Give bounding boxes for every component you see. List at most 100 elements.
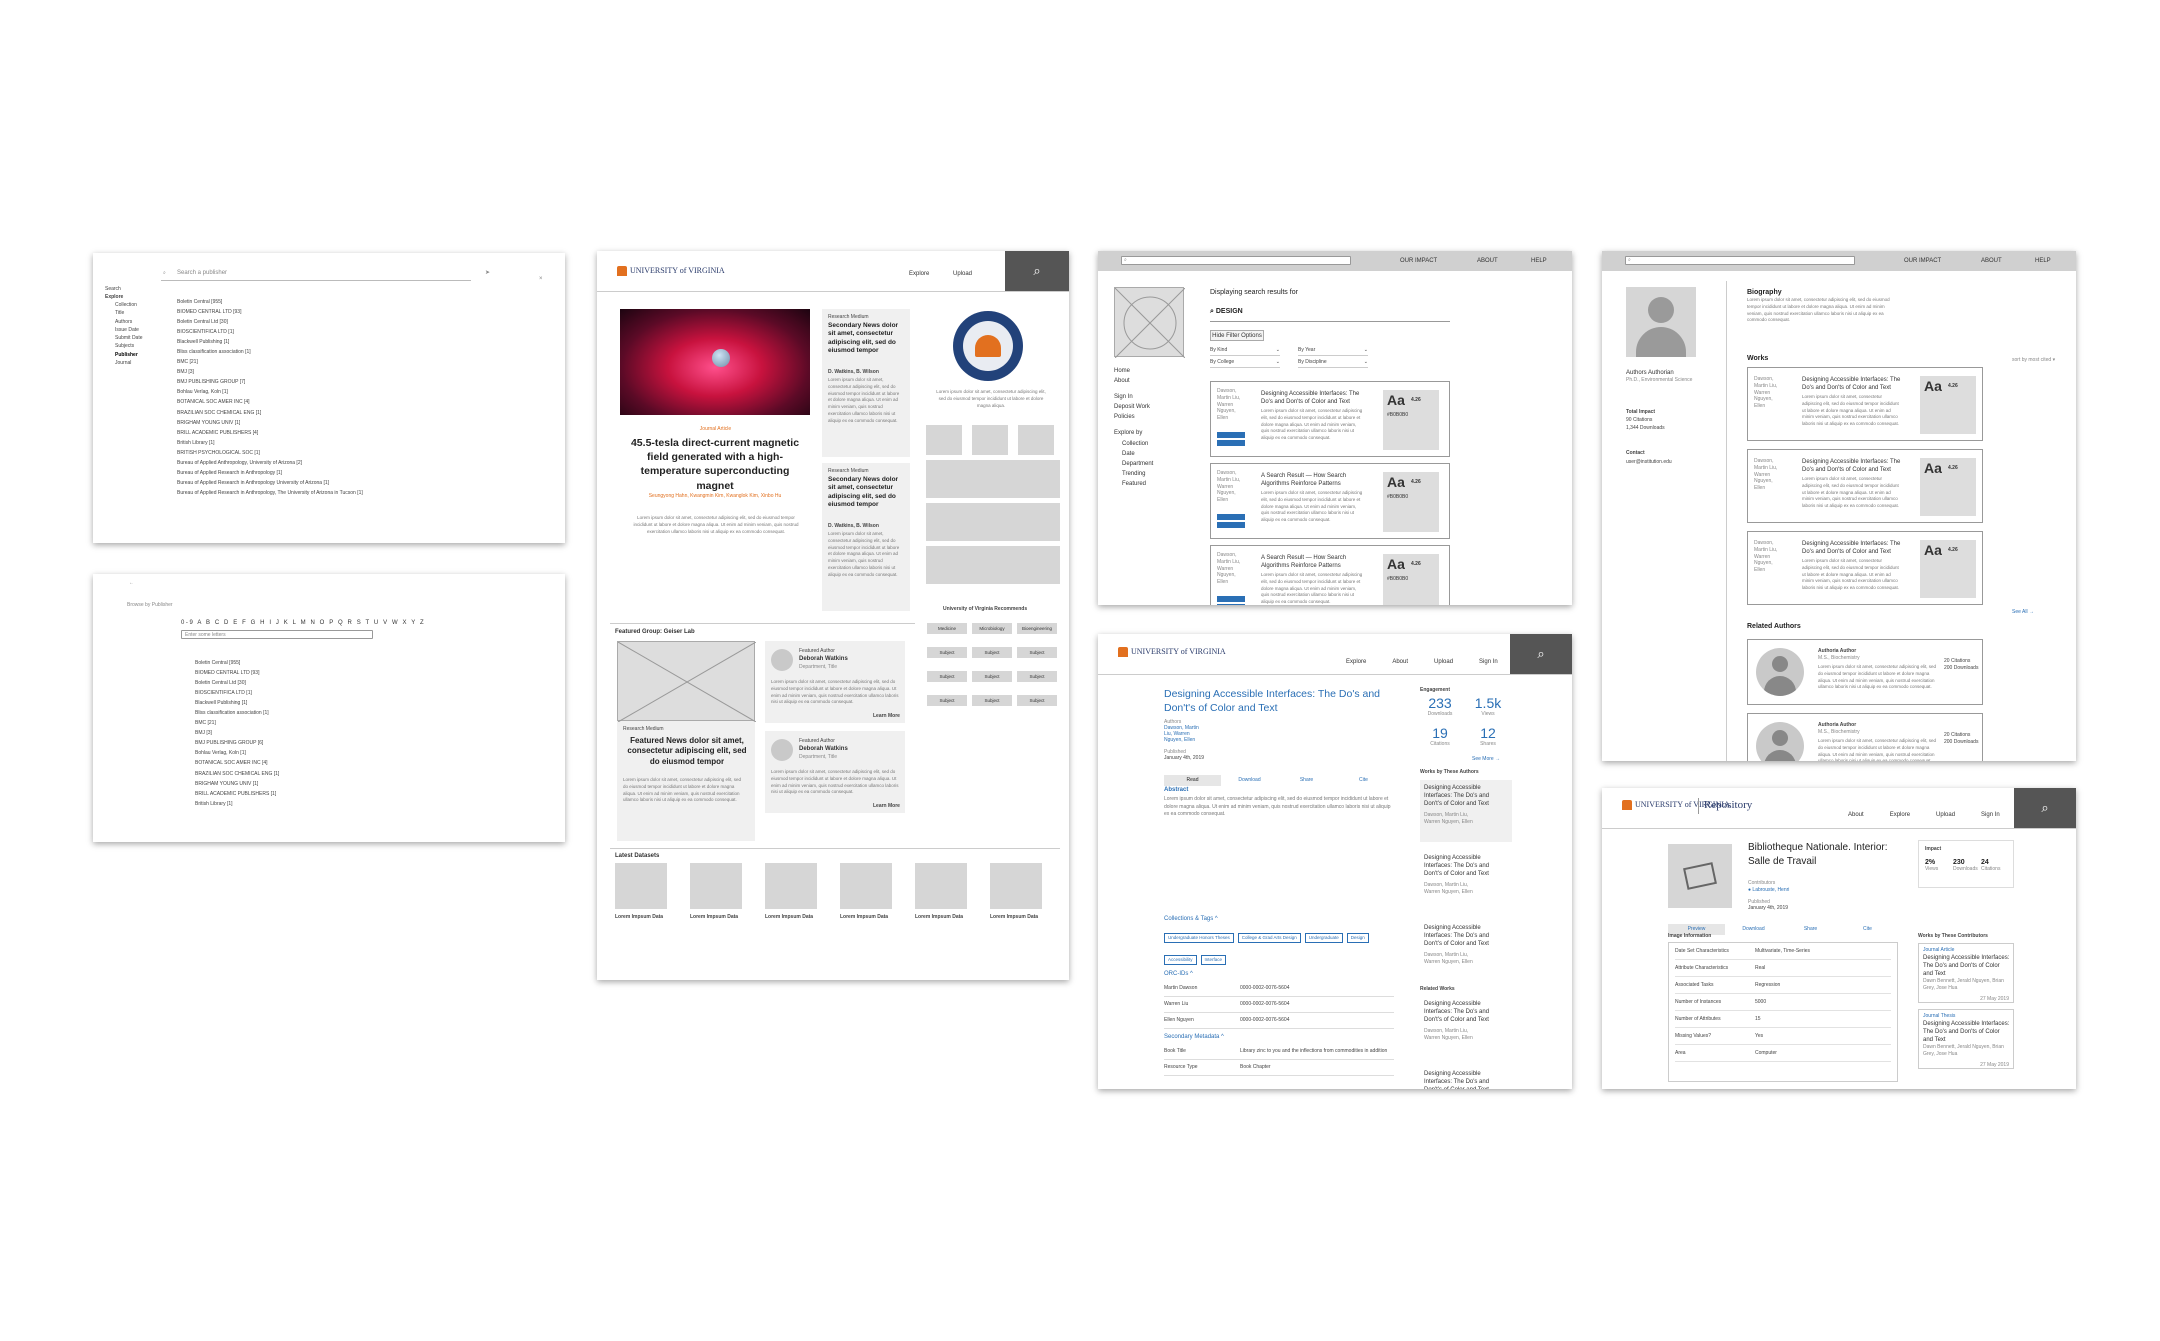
action-3[interactable]: Cite — [1839, 924, 1896, 935]
close-icon[interactable]: × — [539, 275, 543, 283]
thumb-3[interactable] — [1018, 425, 1054, 455]
publisher-search-input[interactable]: Search a publisher — [177, 269, 227, 277]
subject-chip[interactable]: Subject — [927, 671, 967, 682]
subject-chip[interactable]: Bioengineering — [1017, 623, 1057, 634]
action-1[interactable]: Download — [1221, 775, 1278, 786]
dataset-card[interactable]: Lorem Impsum Data — [990, 863, 1050, 923]
publisher-item[interactable]: BMC [21] — [195, 720, 279, 727]
see-all-link[interactable]: See All → — [2012, 609, 2034, 616]
learn-more-link[interactable]: Learn More — [873, 713, 900, 720]
contributor-row[interactable]: ● Labrouste, Henri — [1748, 887, 1789, 894]
subject-chip[interactable]: Subject — [1017, 647, 1057, 658]
nav-item[interactable]: About — [1392, 659, 1408, 665]
nav-item[interactable]: About — [1848, 812, 1864, 818]
featured-author-2[interactable]: Featured Author Deborah Watkins Departme… — [765, 731, 905, 813]
subject-chip[interactable]: Subject — [1017, 671, 1057, 682]
publisher-item[interactable]: Boletin Central Ltd [30] — [177, 319, 363, 326]
action-2[interactable]: Share — [1782, 924, 1839, 935]
work-card[interactable]: Dawson, Martin Liu, Warren Nguyen, Ellen… — [1747, 531, 1983, 605]
thumb-2[interactable] — [972, 425, 1008, 455]
nav-item[interactable]: Explore — [1890, 812, 1910, 818]
nav-item[interactable]: Upload — [1434, 659, 1453, 665]
filter-dropdown[interactable]: By Kind ⌄ — [1210, 347, 1280, 356]
uva-logo[interactable]: UNIVERSITY of VIRGINIA — [617, 266, 725, 276]
author-link[interactable]: Nguyen, Ellen — [1164, 737, 1195, 744]
subject-chip[interactable]: Medicine — [927, 623, 967, 634]
action-3[interactable]: Cite — [1335, 775, 1392, 786]
tag-chip[interactable]: Accessibility — [1164, 955, 1197, 966]
publisher-item[interactable]: BIOMED CENTRAL LTD [93] — [195, 670, 279, 677]
publisher-item[interactable]: Boletin Central Ltd [30] — [195, 680, 279, 687]
dataset-card[interactable]: Lorem Impsum Data — [615, 863, 675, 923]
explore-item-0[interactable]: Collection — [115, 302, 143, 309]
explore-item-6[interactable]: Publisher — [115, 352, 143, 359]
subject-chip[interactable]: Microbiology — [972, 623, 1012, 634]
nav-help[interactable]: HELP — [2035, 257, 2051, 265]
result-card[interactable]: Dawson, Martin Liu, Warren Nguyen, Ellen… — [1210, 545, 1450, 605]
publisher-item[interactable]: British Library [1] — [195, 801, 279, 808]
publisher-item[interactable]: BMJ PUBLISHING GROUP [7] — [177, 379, 363, 386]
submit-arrow-icon[interactable]: ➤ — [485, 269, 490, 277]
subject-chip[interactable]: Subject — [1017, 695, 1057, 706]
nav-about[interactable]: ABOUT — [1477, 257, 1498, 265]
back-icon[interactable]: ← — [129, 580, 134, 587]
secondary-title[interactable]: Secondary Metadata ^ — [1164, 1033, 1224, 1041]
result-card[interactable]: Dawson, Martin Liu, Warren Nguyen, Ellen… — [1210, 381, 1450, 457]
publisher-item[interactable]: BRIGHAM YOUNG UNIV [1] — [195, 781, 279, 788]
subject-chip[interactable]: Subject — [972, 647, 1012, 658]
publisher-item[interactable]: Bureau of Applied Anthropology, Universi… — [177, 460, 363, 467]
search-icon[interactable]: ⌕ — [1510, 634, 1572, 674]
publisher-item[interactable]: BOTANICAL SOC AMER INC [4] — [195, 760, 279, 767]
explore-item[interactable]: Date — [1122, 450, 1153, 458]
subject-chip[interactable]: Subject — [927, 647, 967, 658]
nav-item[interactable]: Sign In — [1479, 659, 1498, 665]
tag-chip[interactable]: Design — [1346, 933, 1369, 944]
left-nav-item[interactable]: About — [1114, 377, 1153, 385]
explore-item-4[interactable]: Submit Date — [115, 335, 143, 342]
see-more-link[interactable]: See More → — [1472, 756, 1500, 763]
contact-email[interactable]: user@institution.edu — [1626, 459, 1672, 466]
publisher-item[interactable]: BRAZILIAN SOC CHEMICAL ENG [1] — [177, 410, 363, 417]
side-work[interactable]: Designing Accessible Interfaces: The Do'… — [1420, 780, 1512, 842]
action-0[interactable]: Read — [1164, 775, 1221, 786]
subject-chip[interactable]: Subject — [972, 671, 1012, 682]
publisher-item[interactable]: Bohlau Verlag, Koln [1] — [177, 389, 363, 396]
publisher-item[interactable]: Blackwell Publishing [1] — [177, 339, 363, 346]
publisher-item[interactable]: BIOSCIENTIFICA LTD [1] — [195, 690, 279, 697]
filter-dropdown[interactable]: By Year ⌄ — [1298, 347, 1368, 356]
explore-item-5[interactable]: Subjects — [115, 343, 143, 350]
explore-item-7[interactable]: Journal — [115, 360, 143, 367]
explore-item[interactable]: Collection — [1122, 440, 1153, 448]
contrib-work-card[interactable]: Journal Thesis Designing Accessible Inter… — [1918, 1009, 2014, 1069]
publisher-item[interactable]: BMJ [3] — [177, 369, 363, 376]
uva-logo[interactable]: UNIVERSITY of VIRGINIA — [1118, 647, 1226, 657]
publisher-item[interactable]: BMJ [3] — [195, 730, 279, 737]
tag-chip[interactable]: Interface — [1200, 955, 1227, 966]
search-icon[interactable]: ⌕ — [2014, 788, 2076, 828]
work-card[interactable]: Dawson, Martin Liu, Warren Nguyen, Ellen… — [1747, 449, 1983, 523]
nav-our-impact[interactable]: OUR IMPACT — [1904, 257, 1941, 265]
side-news-1[interactable]: Research Medium Secondary News dolor sit… — [822, 309, 910, 457]
publisher-item[interactable]: Bureau of Applied Research in Anthropolo… — [177, 480, 363, 487]
action-2[interactable]: Share — [1278, 775, 1335, 786]
action-1[interactable]: Download — [1725, 924, 1782, 935]
side-work[interactable]: Designing Accessible Interfaces: The Do'… — [1420, 1066, 1512, 1089]
publisher-item[interactable]: BRILL ACADEMIC PUBLISHERS [4] — [177, 430, 363, 437]
side-work[interactable]: Designing Accessible Interfaces: The Do'… — [1420, 920, 1512, 982]
orcid-title[interactable]: ORC-IDs ^ — [1164, 970, 1193, 978]
image-thumb[interactable] — [1668, 844, 1732, 908]
collections-title[interactable]: Collections & Tags ^ — [1164, 915, 1218, 923]
tag-chip[interactable]: Undergraduate Honors Theses — [1164, 933, 1234, 944]
side-work[interactable]: Designing Accessible Interfaces: The Do'… — [1420, 996, 1512, 1058]
publisher-item[interactable]: BMC [21] — [177, 359, 363, 366]
dataset-card[interactable]: Lorem Impsum Data — [690, 863, 750, 923]
featured-news[interactable]: Research Medium Featured News dolor sit … — [617, 641, 757, 841]
publisher-item[interactable]: BIOSCIENTIFICA LTD [1] — [177, 329, 363, 336]
alphabet-nav[interactable]: 0-9 A B C D E F G H I J K L M N O P Q R … — [181, 619, 425, 627]
nav-our-impact[interactable]: OUR IMPACT — [1400, 257, 1437, 265]
publisher-item[interactable]: BMJ PUBLISHING GROUP [6] — [195, 740, 279, 747]
hero-panel[interactable]: Journal Article 45.5-tesla direct-curren… — [610, 309, 821, 664]
explore-item[interactable]: Trending — [1122, 470, 1153, 478]
publisher-item[interactable]: British Library [1] — [177, 440, 363, 447]
nav-upload[interactable]: Upload — [953, 270, 972, 278]
